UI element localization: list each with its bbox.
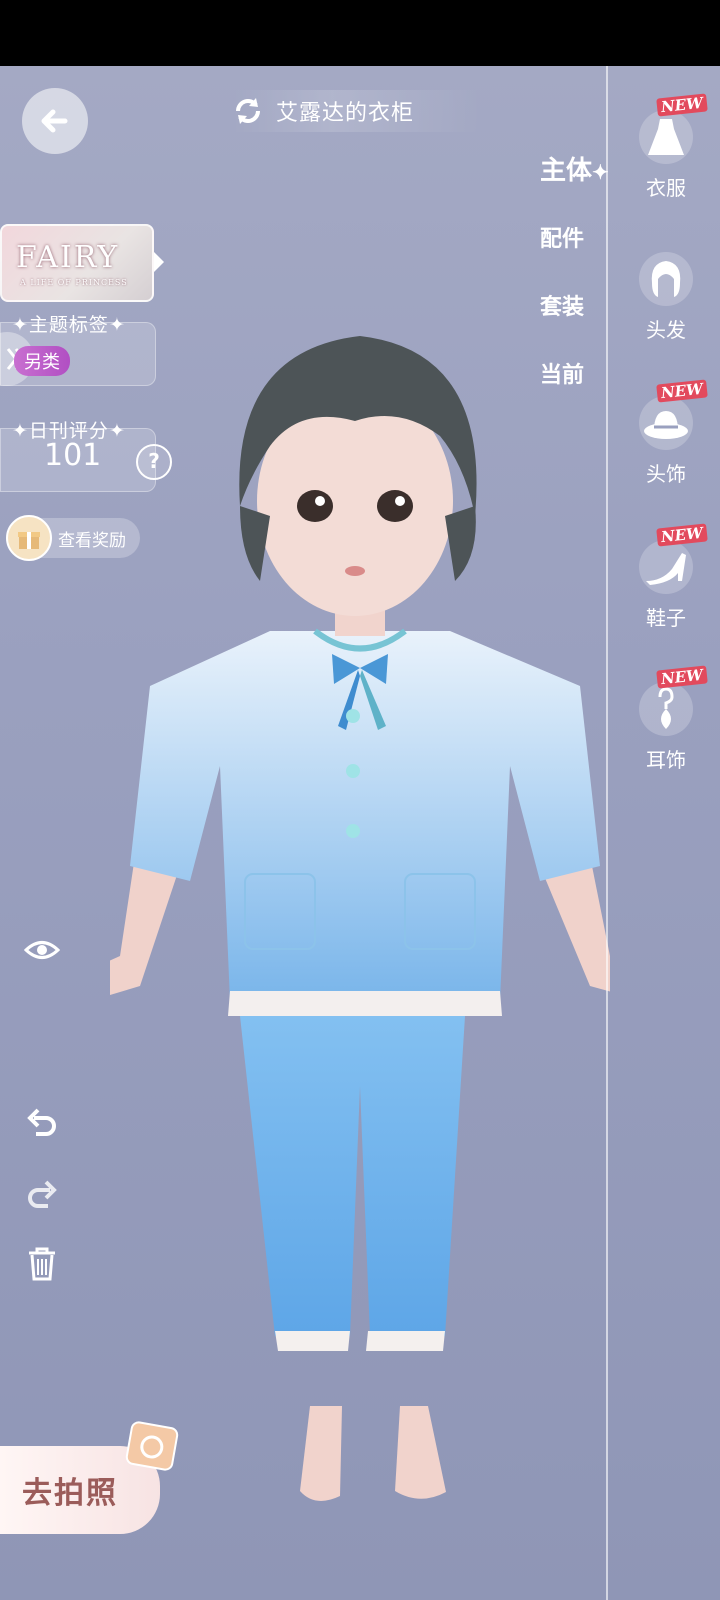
arrow-left-icon [41, 109, 68, 133]
undo-button[interactable] [24, 1104, 60, 1140]
redo-button[interactable] [24, 1176, 60, 1212]
new-badge: NEW [656, 93, 708, 117]
sparkle-icon: ✦ [592, 160, 609, 184]
sidebar-item-headwear[interactable]: NEW 头饰 [628, 379, 708, 487]
chevron-right-icon [154, 252, 164, 272]
dress-icon [648, 119, 684, 155]
eye-icon [24, 941, 60, 959]
hair-icon [651, 261, 681, 297]
sidebar-item-earrings[interactable]: NEW 耳饰 [628, 665, 708, 773]
new-badge: NEW [656, 523, 708, 547]
theme-card[interactable]: FAIRY A LIFE OF PRINCESS [0, 224, 154, 302]
wardrobe-title-bar[interactable]: 艾露达的衣柜 [232, 90, 482, 132]
undo-icon [27, 1108, 56, 1136]
trash-icon [29, 1247, 55, 1281]
earring-icon [658, 687, 674, 729]
eye-toggle-button[interactable] [24, 932, 60, 968]
delete-button[interactable] [24, 1246, 60, 1282]
new-badge: NEW [656, 379, 708, 403]
sidebar-item-shoes[interactable]: NEW 鞋子 [628, 523, 708, 631]
shoe-icon [646, 553, 686, 585]
theme-subtitle: A LIFE OF PRINCESS [20, 278, 128, 287]
sidebar-item-hair[interactable]: 头发 [628, 252, 704, 343]
gift-icon [6, 515, 52, 561]
tab-accessories[interactable]: 配件 [540, 224, 610, 292]
tab-sets[interactable]: 套装 [540, 292, 610, 360]
category-tabs: 主体✦ 配件 套装 当前 [540, 156, 610, 428]
view-rewards-button[interactable]: 查看奖励 [6, 515, 140, 561]
tab-current[interactable]: 当前 [540, 360, 610, 428]
theme-logo: FAIRY [16, 240, 120, 275]
wardrobe-title: 艾露达的衣柜 [276, 101, 415, 126]
daily-score-value: 101 [44, 438, 102, 473]
new-badge: NEW [656, 665, 708, 689]
redo-icon [28, 1180, 57, 1208]
status-bar [0, 0, 720, 66]
character-doll [110, 336, 610, 1501]
theme-tag-value: 另类 [14, 346, 70, 376]
refresh-icon [236, 98, 260, 124]
tab-main[interactable]: 主体✦ [540, 156, 610, 224]
sidebar-item-clothes[interactable]: NEW 衣服 [628, 93, 708, 201]
help-button[interactable]: ? [136, 444, 172, 480]
hat-icon [644, 411, 688, 439]
back-button[interactable] [22, 88, 88, 154]
camera-icon [124, 1420, 180, 1472]
wardrobe-stage: 艾露达的衣柜 主体✦ 配件 套装 当前 NEW 衣服 头发 NEW 头饰 NEW… [0, 66, 720, 1600]
